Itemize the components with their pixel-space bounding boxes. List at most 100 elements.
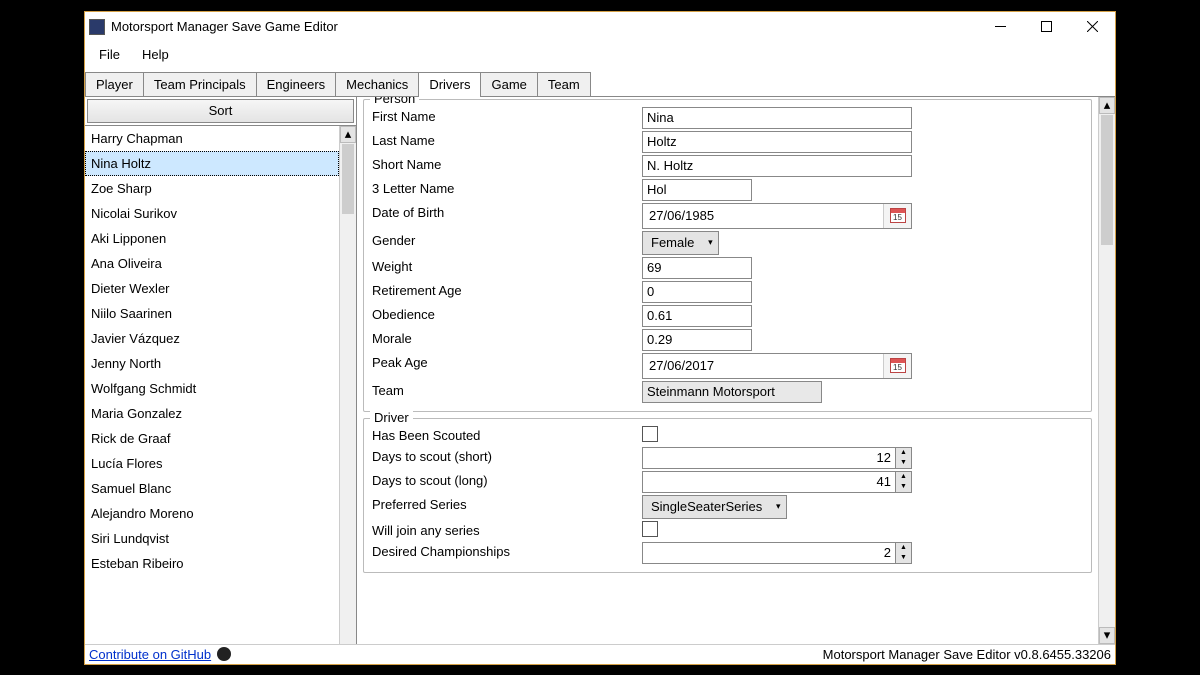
tab-team-principals[interactable]: Team Principals bbox=[143, 72, 257, 96]
driver-group: Driver Has Been Scouted Days to scout (s… bbox=[363, 418, 1092, 573]
tab-team[interactable]: Team bbox=[537, 72, 591, 96]
label-first-name: First Name bbox=[372, 107, 642, 129]
will-join-any-checkbox[interactable] bbox=[642, 521, 658, 537]
days-scout-short-value: 12 bbox=[643, 448, 895, 468]
list-item[interactable]: Siri Lundqvist bbox=[85, 526, 339, 551]
list-item[interactable]: Alejandro Moreno bbox=[85, 501, 339, 526]
list-item[interactable]: Dieter Wexler bbox=[85, 276, 339, 301]
window-title: Motorsport Manager Save Game Editor bbox=[111, 19, 977, 34]
spinner-up-icon[interactable]: ▲ bbox=[896, 472, 911, 482]
list-item[interactable]: Zoe Sharp bbox=[85, 176, 339, 201]
maximize-button[interactable] bbox=[1023, 12, 1069, 42]
sort-button[interactable]: Sort bbox=[87, 99, 354, 123]
spinner-down-icon[interactable]: ▼ bbox=[896, 482, 911, 492]
label-days-scout-long: Days to scout (long) bbox=[372, 471, 642, 493]
close-button[interactable] bbox=[1069, 12, 1115, 42]
spinner-up-icon[interactable]: ▲ bbox=[896, 543, 911, 553]
last-name-field[interactable] bbox=[642, 131, 912, 153]
dob-field[interactable]: 27/06/1985 bbox=[642, 203, 912, 229]
person-group: Person First Name Last Name Short Name 3… bbox=[363, 99, 1092, 412]
driver-list[interactable]: Harry ChapmanNina HoltzZoe SharpNicolai … bbox=[85, 126, 339, 644]
has-been-scouted-checkbox[interactable] bbox=[642, 426, 658, 442]
titlebar: Motorsport Manager Save Game Editor bbox=[85, 12, 1115, 42]
left-column: Sort Harry ChapmanNina HoltzZoe SharpNic… bbox=[85, 97, 357, 644]
label-team: Team bbox=[372, 381, 642, 403]
days-scout-short-spinner[interactable]: 12 ▲▼ bbox=[642, 447, 912, 469]
desired-championships-spinner[interactable]: 2 ▲▼ bbox=[642, 542, 912, 564]
menubar: File Help bbox=[85, 42, 1115, 68]
dob-value: 27/06/1985 bbox=[643, 208, 883, 223]
list-item[interactable]: Nina Holtz bbox=[85, 151, 339, 176]
label-retirement-age: Retirement Age bbox=[372, 281, 642, 303]
panel-scrollbar[interactable]: ▴ ▾ bbox=[1098, 97, 1115, 644]
scroll-thumb[interactable] bbox=[1101, 115, 1113, 245]
list-item[interactable]: Ana Oliveira bbox=[85, 251, 339, 276]
tab-drivers[interactable]: Drivers bbox=[418, 72, 481, 96]
menu-file[interactable]: File bbox=[89, 43, 130, 66]
chevron-down-icon: ▾ bbox=[770, 501, 786, 512]
scroll-thumb[interactable] bbox=[342, 144, 354, 214]
peak-age-calendar-button[interactable] bbox=[883, 354, 911, 378]
list-scrollbar[interactable]: ▴ bbox=[339, 126, 356, 644]
main-area: Sort Harry ChapmanNina HoltzZoe SharpNic… bbox=[85, 97, 1115, 644]
list-item[interactable]: Esteban Ribeiro bbox=[85, 551, 339, 576]
version-label: Motorsport Manager Save Editor v0.8.6455… bbox=[823, 647, 1111, 662]
list-item[interactable]: Niilo Saarinen bbox=[85, 301, 339, 326]
list-item[interactable]: Nicolai Surikov bbox=[85, 201, 339, 226]
list-item[interactable]: Jenny North bbox=[85, 351, 339, 376]
weight-field[interactable] bbox=[642, 257, 752, 279]
label-has-been-scouted: Has Been Scouted bbox=[372, 426, 642, 445]
gender-value: Female bbox=[643, 235, 702, 250]
tabstrip: Player Team Principals Engineers Mechani… bbox=[85, 72, 1115, 97]
tab-player[interactable]: Player bbox=[85, 72, 144, 96]
window: Motorsport Manager Save Game Editor File… bbox=[84, 11, 1116, 665]
spinner-down-icon[interactable]: ▼ bbox=[896, 458, 911, 468]
list-item[interactable]: Rick de Graaf bbox=[85, 426, 339, 451]
preferred-series-dropdown[interactable]: SingleSeaterSeries ▾ bbox=[642, 495, 787, 519]
label-peak-age: Peak Age bbox=[372, 353, 642, 379]
tab-mechanics[interactable]: Mechanics bbox=[335, 72, 419, 96]
driver-group-label: Driver bbox=[370, 410, 413, 425]
label-days-scout-short: Days to scout (short) bbox=[372, 447, 642, 469]
contribute-link[interactable]: Contribute on GitHub bbox=[89, 647, 211, 662]
short-name-field[interactable] bbox=[642, 155, 912, 177]
list-item[interactable]: Harry Chapman bbox=[85, 126, 339, 151]
label-weight: Weight bbox=[372, 257, 642, 279]
spinner-up-icon[interactable]: ▲ bbox=[896, 448, 911, 458]
list-item[interactable]: Javier Vázquez bbox=[85, 326, 339, 351]
label-obedience: Obedience bbox=[372, 305, 642, 327]
label-gender: Gender bbox=[372, 231, 642, 255]
label-will-join-any: Will join any series bbox=[372, 521, 642, 540]
tab-game[interactable]: Game bbox=[480, 72, 537, 96]
scroll-down-icon[interactable]: ▾ bbox=[1099, 627, 1115, 644]
preferred-series-value: SingleSeaterSeries bbox=[643, 499, 770, 514]
obedience-field[interactable] bbox=[642, 305, 752, 327]
github-icon[interactable] bbox=[217, 647, 231, 661]
menu-help[interactable]: Help bbox=[132, 43, 179, 66]
right-area: Person First Name Last Name Short Name 3… bbox=[357, 97, 1115, 644]
list-item[interactable]: Samuel Blanc bbox=[85, 476, 339, 501]
days-scout-long-value: 41 bbox=[643, 472, 895, 492]
label-preferred-series: Preferred Series bbox=[372, 495, 642, 519]
scroll-up-icon[interactable]: ▴ bbox=[1099, 97, 1115, 114]
list-item[interactable]: Lucía Flores bbox=[85, 451, 339, 476]
list-item[interactable]: Wolfgang Schmidt bbox=[85, 376, 339, 401]
three-letter-field[interactable] bbox=[642, 179, 752, 201]
calendar-icon bbox=[890, 208, 906, 223]
gender-dropdown[interactable]: Female ▾ bbox=[642, 231, 719, 255]
label-desired-championships: Desired Championships bbox=[372, 542, 642, 564]
first-name-field[interactable] bbox=[642, 107, 912, 129]
scroll-up-icon[interactable]: ▴ bbox=[340, 126, 356, 143]
tab-engineers[interactable]: Engineers bbox=[256, 72, 337, 96]
retirement-age-field[interactable] bbox=[642, 281, 752, 303]
morale-field[interactable] bbox=[642, 329, 752, 351]
peak-age-field[interactable]: 27/06/2017 bbox=[642, 353, 912, 379]
list-item[interactable]: Maria Gonzalez bbox=[85, 401, 339, 426]
list-item[interactable]: Aki Lipponen bbox=[85, 226, 339, 251]
app-icon bbox=[89, 19, 105, 35]
days-scout-long-spinner[interactable]: 41 ▲▼ bbox=[642, 471, 912, 493]
dob-calendar-button[interactable] bbox=[883, 204, 911, 228]
minimize-button[interactable] bbox=[977, 12, 1023, 42]
spinner-down-icon[interactable]: ▼ bbox=[896, 553, 911, 563]
label-short-name: Short Name bbox=[372, 155, 642, 177]
